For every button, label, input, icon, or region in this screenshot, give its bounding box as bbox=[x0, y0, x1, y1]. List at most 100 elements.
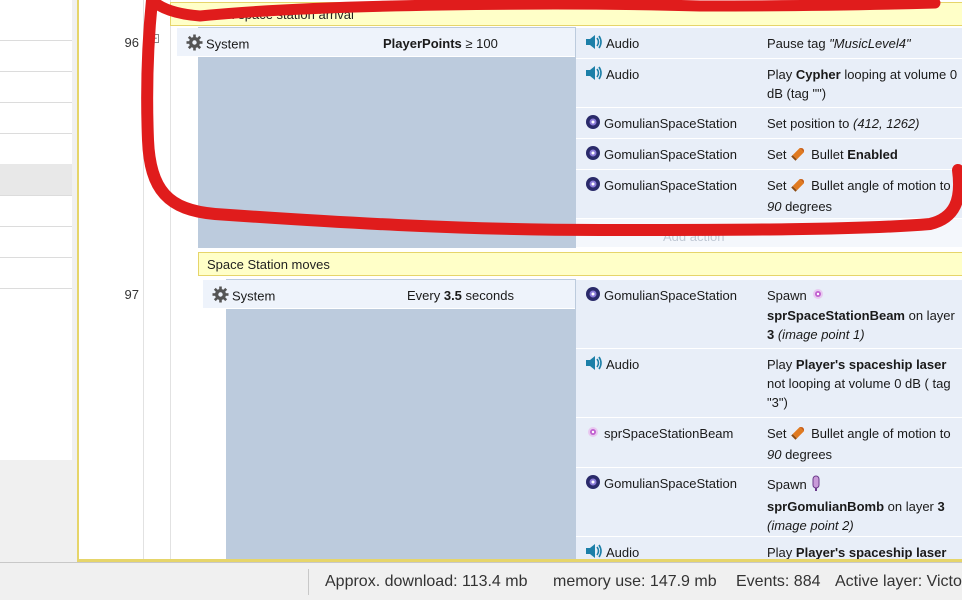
space-station-icon bbox=[585, 176, 601, 197]
event-group-header[interactable]: Gomulian space station arrival bbox=[170, 2, 962, 26]
memory-use: memory use: 147.9 mb bbox=[553, 573, 717, 590]
action-text[interactable]: Set position to (412, 1262) bbox=[758, 108, 962, 139]
action-text-part: 3 bbox=[937, 499, 945, 514]
action-text-part: Bullet bbox=[811, 147, 848, 162]
gear-icon bbox=[186, 34, 203, 56]
condition-comparison: ≥ 100 bbox=[461, 36, 498, 51]
event-number: 96 bbox=[124, 35, 139, 50]
space-station-icon bbox=[585, 114, 601, 135]
action-object-name: GomulianSpaceStation bbox=[604, 116, 737, 131]
group-title: Space Station moves bbox=[207, 257, 330, 272]
project-list-row[interactable] bbox=[0, 102, 72, 134]
action-text-part: 90 bbox=[767, 447, 782, 463]
action-object[interactable]: GomulianSpaceStation bbox=[576, 280, 758, 349]
action-object-name: Audio bbox=[606, 545, 640, 560]
margin-line bbox=[143, 0, 144, 562]
space-station-icon bbox=[585, 286, 601, 307]
action-text-part: degrees bbox=[781, 447, 833, 463]
bullet-behavior-icon bbox=[790, 424, 808, 445]
project-list-row[interactable] bbox=[0, 0, 72, 41]
action-text-part: Set position to bbox=[767, 116, 853, 131]
action-text[interactable]: Spawn sprGomulianBomb on layer 3 (image … bbox=[758, 468, 962, 537]
project-list-row[interactable] bbox=[0, 195, 72, 227]
condition-text[interactable]: Every 3.5 seconds bbox=[398, 280, 575, 309]
action-object[interactable]: Audio bbox=[576, 59, 758, 108]
action-text[interactable]: Set Bullet Enabled bbox=[758, 139, 962, 170]
action-text-part: on layer bbox=[905, 308, 955, 324]
action-object-name: GomulianSpaceStation bbox=[604, 147, 737, 162]
action-object[interactable]: GomulianSpaceStation bbox=[576, 139, 758, 170]
action-text-part: Play bbox=[767, 357, 796, 372]
condition-text-part: 3.5 bbox=[443, 288, 462, 303]
action-text-part: Pause tag bbox=[767, 36, 830, 51]
event-block[interactable] bbox=[226, 279, 576, 562]
event-group-header[interactable]: Space Station moves bbox=[198, 252, 962, 276]
bomb-icon bbox=[810, 474, 822, 497]
condition-variable: PlayerPoints bbox=[383, 36, 462, 51]
action-text[interactable]: Set Bullet angle of motion to 90 degrees bbox=[758, 170, 962, 219]
beam-icon bbox=[585, 425, 601, 444]
action-text-part: Spawn bbox=[767, 476, 811, 492]
action-text-part: sprGomulianBomb bbox=[767, 499, 885, 514]
action-text-part: "MusicLevel4" bbox=[829, 36, 911, 51]
action-text-part: (412, 1262) bbox=[853, 116, 920, 131]
add-action-row[interactable] bbox=[576, 219, 962, 248]
action-text-part: on layer bbox=[884, 499, 938, 514]
action-text[interactable]: Play Cypher looping at volume 0 dB (tag … bbox=[758, 59, 962, 108]
project-list-row[interactable] bbox=[0, 226, 72, 258]
project-list-row-selected[interactable] bbox=[0, 164, 72, 196]
project-panel bbox=[0, 0, 72, 460]
group-title: Gomulian space station arrival bbox=[179, 7, 354, 22]
action-object[interactable]: GomulianSpaceStation bbox=[576, 170, 758, 219]
action-text[interactable]: Set Bullet angle of motion to 90 degrees bbox=[758, 418, 962, 468]
condition-text-part: Every bbox=[407, 288, 444, 303]
collapse-toggle[interactable]: − bbox=[150, 34, 159, 43]
action-object-name: Audio bbox=[606, 67, 640, 82]
action-text-part: Enabled bbox=[847, 147, 898, 162]
event-count: Events: 884 bbox=[736, 573, 821, 590]
action-object[interactable]: GomulianSpaceStation bbox=[576, 108, 758, 139]
project-list-row[interactable] bbox=[0, 133, 72, 165]
action-object-name: Audio bbox=[606, 357, 640, 372]
action-text-part: Spawn bbox=[767, 288, 811, 303]
bullet-behavior-icon bbox=[790, 176, 808, 197]
action-object-name: GomulianSpaceStation bbox=[604, 476, 737, 491]
action-object[interactable]: Audio bbox=[576, 349, 758, 418]
action-text-part: degrees bbox=[781, 199, 833, 215]
condition-text-part: seconds bbox=[461, 288, 514, 303]
action-text[interactable]: Spawn sprSpaceStationBeam on layer 3 (im… bbox=[758, 280, 962, 349]
condition-object[interactable]: System bbox=[177, 28, 374, 57]
add-action-link[interactable]: Add action bbox=[663, 229, 724, 244]
event-block[interactable] bbox=[198, 27, 576, 248]
download-size: Approx. download: 113.4 mb bbox=[325, 573, 528, 590]
project-list-row[interactable] bbox=[0, 40, 72, 72]
project-list-row[interactable] bbox=[0, 71, 72, 103]
action-text[interactable]: Pause tag "MusicLevel4" bbox=[758, 28, 962, 59]
status-bar: Approx. download: 113.4 mb memory use: 1… bbox=[0, 562, 962, 600]
event-sheet[interactable]: Gomulian space station arrival 96 − Syst… bbox=[77, 0, 962, 562]
project-list-row[interactable] bbox=[0, 257, 72, 289]
condition-text[interactable]: PlayerPoints ≥ 100 bbox=[374, 28, 575, 57]
action-text[interactable]: Play Player's spaceship laser not loopin… bbox=[758, 349, 962, 418]
action-text-part: Play bbox=[767, 545, 796, 560]
action-object-name: GomulianSpaceStation bbox=[604, 178, 737, 193]
condition-object-name: System bbox=[206, 36, 250, 52]
action-text-part: not looping at volume 0 dB ( tag "3") bbox=[767, 376, 951, 410]
event-number: 97 bbox=[124, 287, 139, 302]
action-text-part: Set bbox=[767, 178, 791, 193]
beam-icon bbox=[810, 287, 826, 306]
bullet-behavior-icon bbox=[790, 145, 808, 166]
action-object[interactable]: GomulianSpaceStation bbox=[576, 468, 758, 537]
status-separator bbox=[308, 569, 309, 595]
condition-object[interactable]: System bbox=[203, 280, 398, 309]
speaker-icon bbox=[585, 355, 603, 376]
action-text-part: Bullet angle of motion to bbox=[811, 178, 951, 193]
panel-empty-area bbox=[0, 460, 72, 562]
action-text-part: 90 bbox=[767, 199, 782, 215]
action-object[interactable]: Audio bbox=[576, 28, 758, 59]
action-text-part: Player's spaceship laser bbox=[795, 357, 947, 372]
action-object-name: GomulianSpaceStation bbox=[604, 288, 737, 303]
action-object-name: sprSpaceStationBeam bbox=[604, 426, 734, 441]
action-object[interactable]: sprSpaceStationBeam bbox=[576, 418, 758, 468]
action-text-part: (image point 2) bbox=[767, 518, 854, 533]
